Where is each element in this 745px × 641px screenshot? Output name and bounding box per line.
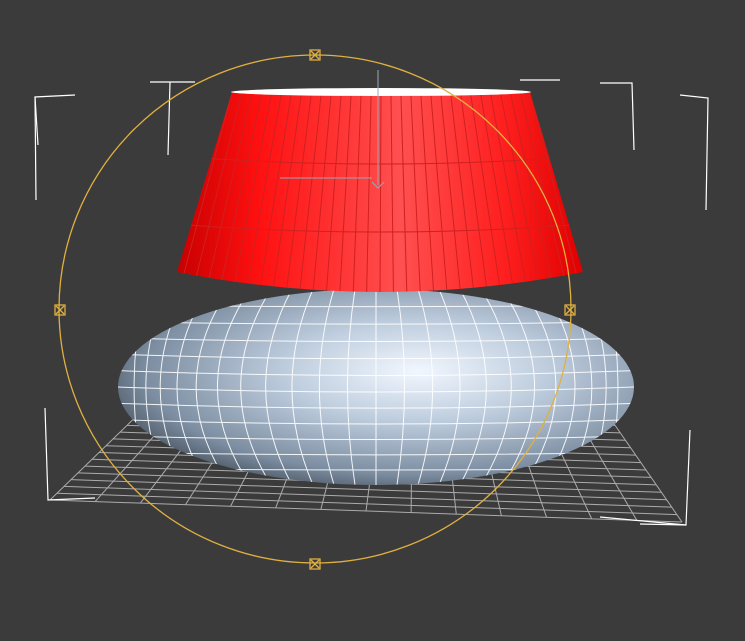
vase-top-cone[interactable] [150, 88, 610, 300]
vase-body-torus[interactable] [118, 289, 634, 485]
cone-top-rim [231, 88, 531, 96]
bracket-corner [679, 94, 709, 211]
bracket-corner [600, 82, 635, 151]
bracket-corner [150, 81, 195, 156]
gizmo-handle-icon[interactable] [54, 304, 66, 316]
gizmo-handle-icon[interactable] [564, 304, 576, 316]
gizmo-handle-icon[interactable] [309, 558, 321, 570]
bracket-corner [34, 94, 76, 146]
3d-viewport[interactable] [0, 0, 745, 641]
scene-canvas[interactable] [0, 0, 745, 641]
